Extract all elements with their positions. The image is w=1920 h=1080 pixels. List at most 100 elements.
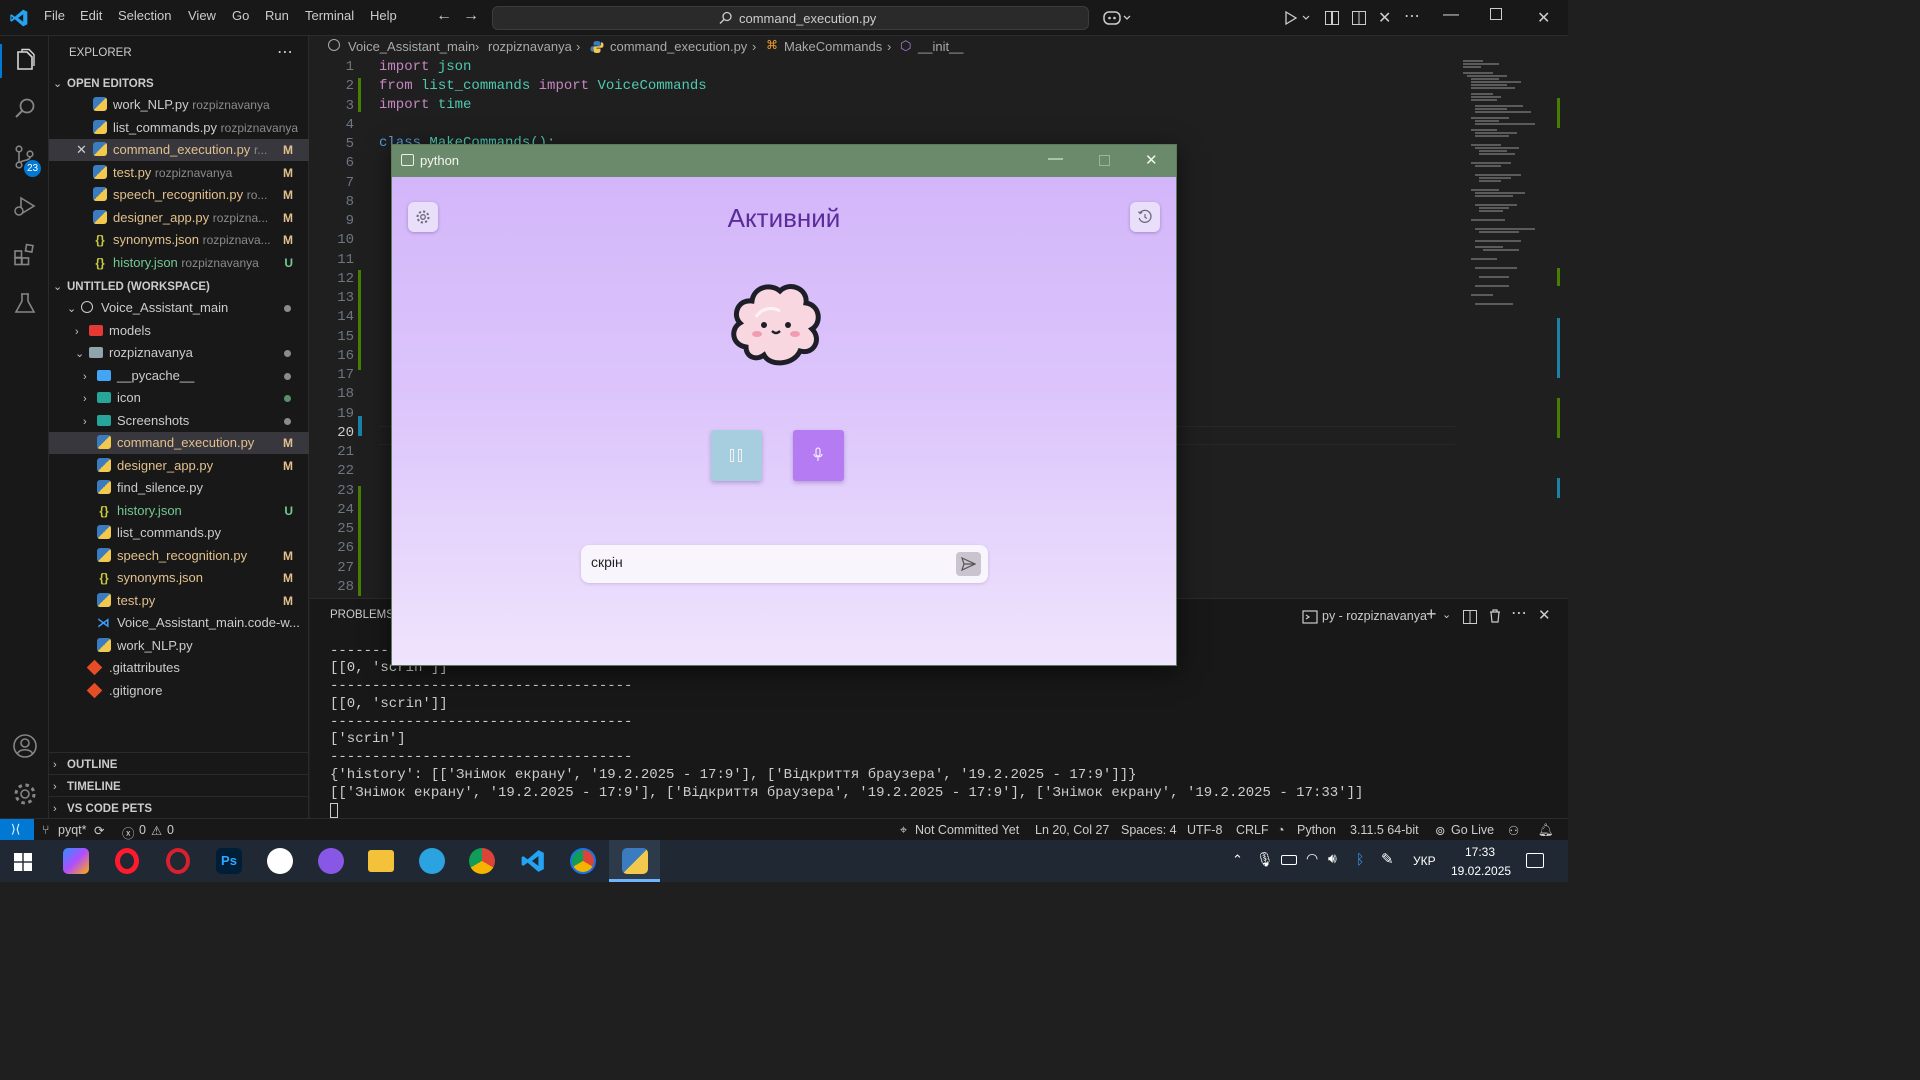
sync-icon[interactable]: ⟳ xyxy=(94,823,104,838)
minimize-icon[interactable]: — xyxy=(1443,6,1459,24)
tree-item[interactable]: .gitattributes xyxy=(49,657,309,679)
not-committed[interactable]: Not Committed Yet xyxy=(915,823,1019,837)
tree-item[interactable]: work_NLP.py xyxy=(49,635,309,657)
vscode-logo-icon[interactable] xyxy=(9,8,29,28)
chrome-icon[interactable] xyxy=(469,848,495,874)
python-window-titlebar[interactable]: python — ✕ xyxy=(392,145,1176,177)
breadcrumb-item[interactable]: __init__ xyxy=(918,39,964,54)
chrome-profile-icon[interactable] xyxy=(570,848,596,874)
close-icon[interactable]: ✕ xyxy=(76,139,87,161)
trash-icon[interactable] xyxy=(1487,608,1503,624)
tab-problems[interactable]: PROBLEMS xyxy=(330,609,394,621)
menu-go[interactable]: Go xyxy=(232,8,249,23)
python-close-icon[interactable]: ✕ xyxy=(1145,151,1158,169)
explorer-icon[interactable] xyxy=(12,48,38,74)
send-button[interactable] xyxy=(956,552,981,576)
menu-help[interactable]: Help xyxy=(370,8,397,23)
language-mode[interactable]: Python xyxy=(1297,823,1336,837)
warnings-count[interactable]: 0 xyxy=(167,823,174,837)
gear-icon[interactable] xyxy=(12,781,38,807)
clock-time[interactable]: 17:33 xyxy=(1465,845,1495,859)
tree-item[interactable]: ⋊ Voice_Assistant_main.code-w... xyxy=(49,612,309,634)
feedback-icon[interactable]: ⚇ xyxy=(1508,823,1519,838)
opera-icon[interactable] xyxy=(115,848,139,874)
telegram-icon[interactable] xyxy=(419,848,445,874)
source-control-compare-icon[interactable] xyxy=(1324,10,1340,26)
github-icon[interactable] xyxy=(267,848,293,874)
open-editor-item[interactable]: designer_app.py rozpizna... M xyxy=(49,207,309,229)
errors-count[interactable]: 0 xyxy=(139,823,146,837)
chevron-down-icon[interactable]: ⌄ xyxy=(1442,608,1451,621)
microphone-button[interactable] xyxy=(793,430,844,481)
tree-item[interactable]: {} history.json U xyxy=(49,500,309,522)
search-icon[interactable] xyxy=(12,96,38,122)
tree-item[interactable]: › __pycache__ xyxy=(49,365,309,387)
tree-item[interactable]: › models xyxy=(49,320,309,342)
file-explorer-icon[interactable] xyxy=(368,850,394,872)
wifi-icon[interactable]: ◠ xyxy=(1306,850,1318,867)
workspace-header[interactable]: ⌄ UNTITLED (WORKSPACE) xyxy=(49,275,309,297)
git-branch[interactable]: pyqt* xyxy=(58,823,87,837)
extensions-icon[interactable] xyxy=(12,242,38,268)
new-terminal-icon[interactable]: + xyxy=(1426,604,1437,625)
tree-item[interactable]: {} synonyms.json M xyxy=(49,567,309,589)
open-editor-item[interactable]: work_NLP.py rozpiznavanya xyxy=(49,94,309,116)
go-live[interactable]: Go Live xyxy=(1451,823,1494,837)
speaker-icon[interactable]: 🔊︎ xyxy=(1328,850,1337,867)
back-arrow-icon[interactable]: ← xyxy=(436,7,452,25)
outline-header[interactable]: › OUTLINE xyxy=(49,752,309,774)
open-editor-item[interactable]: speech_recognition.py ro... M xyxy=(49,184,309,206)
open-editor-item[interactable]: ✕ command_execution.py r... M xyxy=(49,139,309,161)
split-terminal-icon[interactable] xyxy=(1462,609,1478,625)
maximize-icon[interactable] xyxy=(1490,8,1502,20)
menu-edit[interactable]: Edit xyxy=(80,8,102,23)
menu-view[interactable]: View xyxy=(188,8,216,23)
open-editor-item[interactable]: list_commands.py rozpiznavanya xyxy=(49,117,309,139)
input-language[interactable]: УКР xyxy=(1413,854,1436,868)
more-actions-icon[interactable]: ⋯ xyxy=(1404,6,1420,26)
taskbar-active-app[interactable] xyxy=(609,840,660,882)
window-close-icon[interactable]: ✕ xyxy=(1537,8,1550,28)
accounts-icon[interactable] xyxy=(12,733,38,759)
menu-terminal[interactable]: Terminal xyxy=(305,8,354,23)
vscode-taskbar-icon[interactable] xyxy=(520,848,546,874)
python-maximize-icon[interactable] xyxy=(1099,155,1110,166)
split-editor-icon[interactable] xyxy=(1351,10,1367,26)
command-center-search[interactable]: command_execution.py xyxy=(492,6,1089,30)
panel-close-icon[interactable]: ✕ xyxy=(1538,606,1551,624)
encoding[interactable]: UTF-8 xyxy=(1187,823,1222,837)
microphone-tray-icon[interactable]: 🎙︎ xyxy=(1256,851,1274,868)
github-desktop-icon[interactable] xyxy=(318,848,344,874)
menu-file[interactable]: File xyxy=(44,8,65,23)
copilot-app-icon[interactable] xyxy=(63,848,89,874)
vscode-pets-header[interactable]: › VS CODE PETS xyxy=(49,796,309,818)
pen-icon[interactable]: ✎ xyxy=(1381,850,1394,868)
terminal-name[interactable]: py - rozpiznavanya xyxy=(1322,609,1427,623)
open-editor-item[interactable]: test.py rozpiznavanya M xyxy=(49,162,309,184)
forward-arrow-icon[interactable]: → xyxy=(463,7,479,25)
pause-button[interactable] xyxy=(711,430,762,481)
open-editors-header[interactable]: ⌄ OPEN EDITORS xyxy=(49,72,309,94)
minimap[interactable] xyxy=(1455,58,1568,598)
menu-selection[interactable]: Selection xyxy=(118,8,171,23)
photoshop-icon[interactable]: Ps xyxy=(216,848,242,874)
bluetooth-icon[interactable]: ᛒ xyxy=(1356,851,1364,867)
panel-more-icon[interactable]: ⋯ xyxy=(1511,603,1527,623)
tree-item[interactable]: list_commands.py xyxy=(49,522,309,544)
breadcrumb-item[interactable]: Voice_Assistant_main xyxy=(348,39,475,54)
eol[interactable]: CRLF xyxy=(1236,823,1269,837)
tree-item[interactable]: command_execution.py M xyxy=(49,432,309,454)
close-editor-icon[interactable]: ✕ xyxy=(1378,8,1391,28)
sidebar-more-icon[interactable]: ⋯ xyxy=(277,42,293,62)
command-input[interactable] xyxy=(591,554,931,570)
open-editor-item[interactable]: {} history.json rozpiznavanya U xyxy=(49,252,309,274)
python-minimize-icon[interactable]: — xyxy=(1048,150,1063,167)
battery-icon[interactable] xyxy=(1281,855,1297,865)
notifications-bell-icon[interactable]: 🔔︎ xyxy=(1538,823,1554,838)
run-icon[interactable] xyxy=(1284,10,1312,26)
copilot-icon[interactable] xyxy=(1102,9,1132,27)
open-editor-item[interactable]: {} synonyms.json rozpiznava... M xyxy=(49,229,309,251)
menu-run[interactable]: Run xyxy=(265,8,289,23)
remote-indicator[interactable]: ⟩⟨ xyxy=(0,819,34,841)
timeline-header[interactable]: › TIMELINE xyxy=(49,774,309,796)
